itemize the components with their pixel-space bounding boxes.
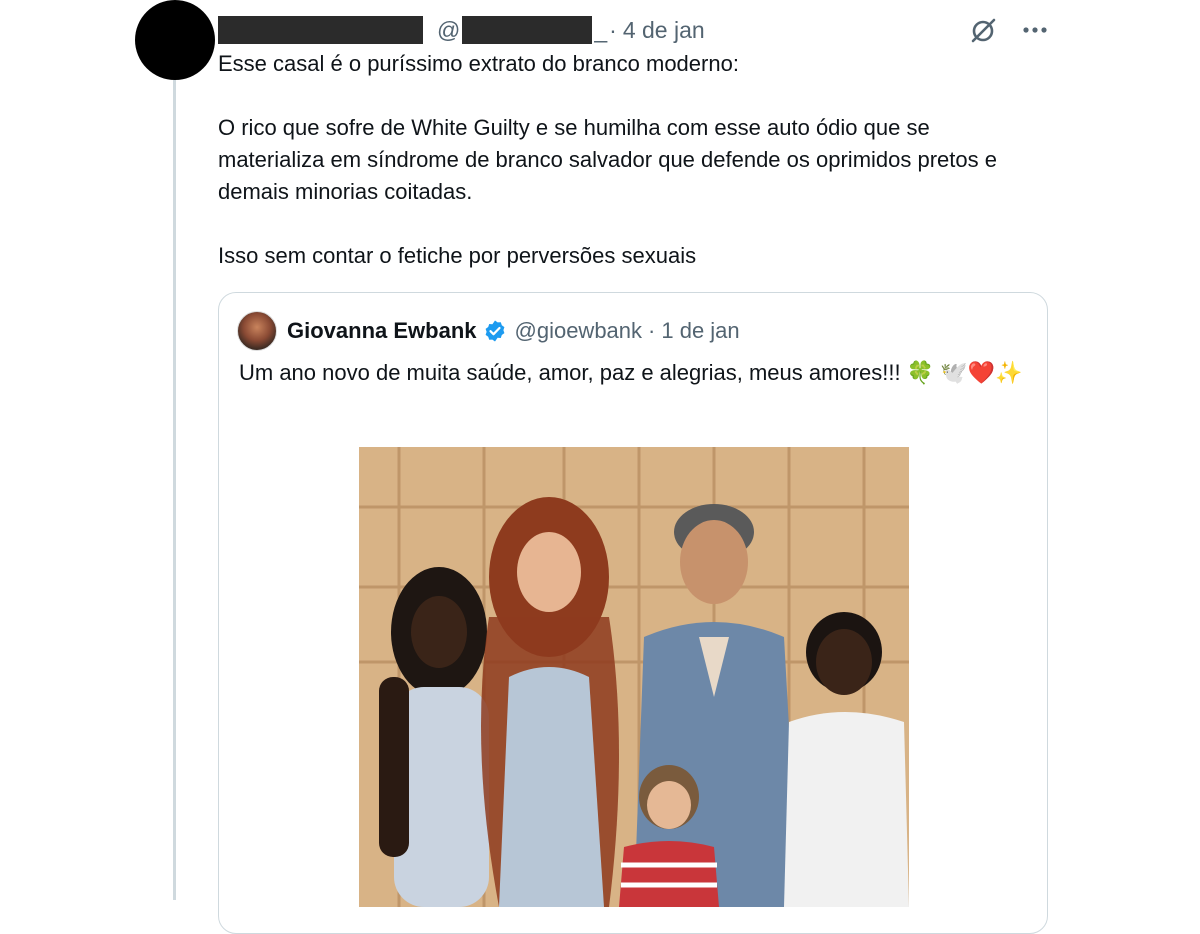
- quoted-tweet[interactable]: Giovanna Ewbank @gioewbank · 1 de jan Um…: [218, 292, 1048, 934]
- quoted-text: Um ano novo de muita saúde, amor, paz e …: [239, 360, 1023, 385]
- photo-illustration: [359, 447, 909, 907]
- paragraph-3: Isso sem contar o fetiche por perversões…: [218, 243, 697, 268]
- paragraph-2: O rico que sofre de White Guilty e se hu…: [218, 115, 997, 204]
- handle-suffix: _: [594, 16, 608, 43]
- more-button[interactable]: [1020, 15, 1050, 45]
- handle-prefix: @: [437, 16, 461, 43]
- tweet-text: Esse casal é o puríssimo extrato do bran…: [218, 48, 1038, 272]
- more-horizontal-icon: [1023, 27, 1047, 33]
- quoted-avatar[interactable]: [237, 311, 277, 351]
- paragraph-1: Esse casal é o puríssimo extrato do bran…: [218, 51, 739, 76]
- verified-badge-icon: [483, 319, 507, 343]
- redacted-handle: [462, 16, 593, 44]
- tweet-header: @ _ · 4 de jan: [218, 10, 705, 50]
- post-date[interactable]: 4 de jan: [623, 17, 705, 44]
- family-photo[interactable]: [359, 447, 909, 907]
- quoted-separator: ·: [648, 318, 656, 343]
- slashed-circle-icon: [971, 18, 996, 43]
- grok-button[interactable]: [968, 15, 998, 45]
- tweet[interactable]: @ _ · 4 de jan Esse casal é o puríssimo …: [0, 0, 1200, 934]
- quoted-display-name[interactable]: Giovanna Ewbank: [287, 318, 477, 344]
- quoted-handle[interactable]: @gioewbank: [515, 318, 643, 344]
- quoted-date[interactable]: 1 de jan: [661, 318, 739, 344]
- quoted-tweet-header: Giovanna Ewbank @gioewbank · 1 de jan: [237, 311, 740, 351]
- separator: ·: [609, 16, 617, 43]
- header-actions: [968, 10, 1050, 50]
- redacted-display-name: [218, 16, 423, 44]
- avatar[interactable]: [135, 0, 215, 80]
- thread-line: [173, 80, 176, 900]
